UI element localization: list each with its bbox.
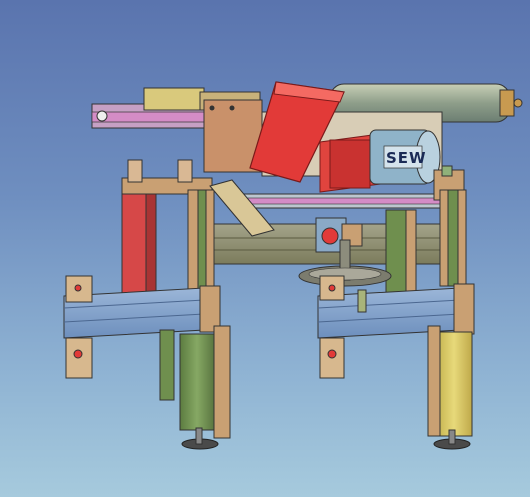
motor-brand-label: SEW <box>386 149 427 167</box>
assembly-model[interactable]: SEW <box>0 0 530 497</box>
left-front-leg <box>179 325 231 450</box>
left-rear-leg <box>159 329 175 401</box>
electric-motor: SEW <box>369 129 441 185</box>
cad-viewport[interactable]: SEW <box>0 0 530 497</box>
right-front-leg <box>427 325 473 450</box>
